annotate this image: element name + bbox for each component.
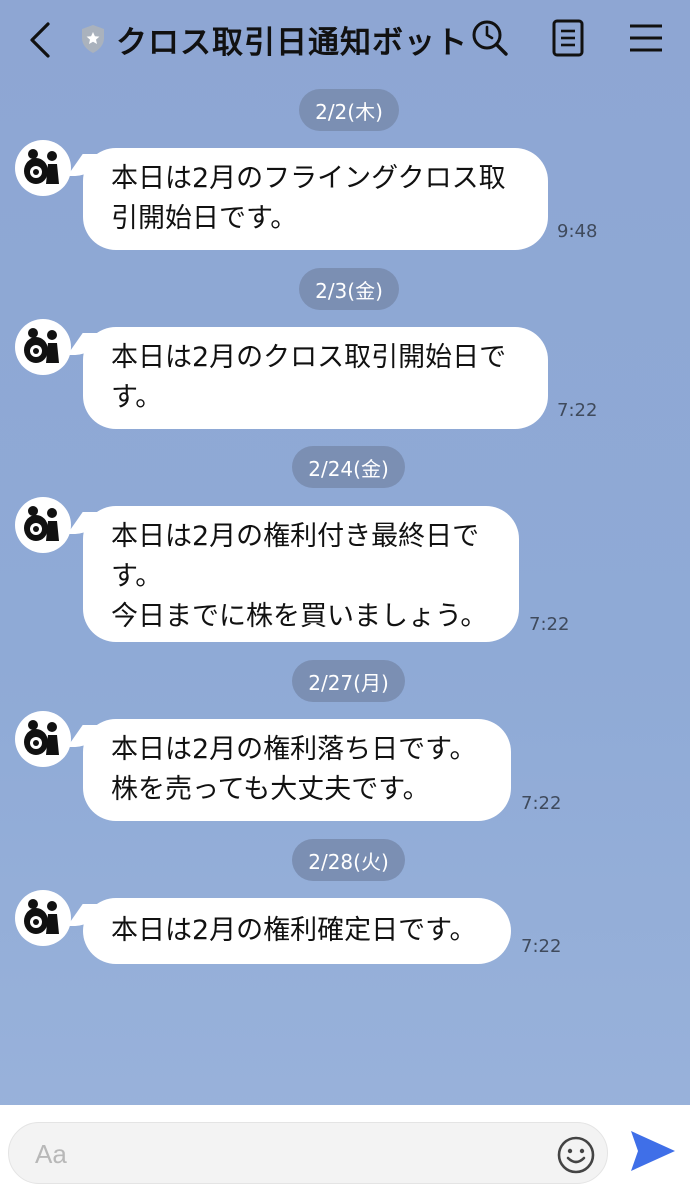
- search-button[interactable]: [468, 16, 512, 60]
- money-bag-person-icon: [24, 149, 59, 184]
- clock-search-icon: [472, 20, 508, 56]
- message-line: す。: [111, 382, 163, 413]
- chat-title: クロス取引日通知ボット: [116, 24, 468, 61]
- message-time: 7:22: [521, 793, 562, 814]
- note-icon: [552, 19, 584, 57]
- message-line: 株を売っても大丈夫です。: [111, 774, 430, 805]
- message-bubble[interactable]: 本日は2月のフライングクロス取 引開始日です。: [83, 148, 548, 250]
- message-time: 7:22: [557, 400, 598, 421]
- message-bubble[interactable]: 本日は2月の権利落ち日です。 株を売っても大丈夫です。: [83, 719, 511, 821]
- message-line: 本日は2月のクロス取引開始日で: [111, 342, 507, 373]
- chevron-left-icon: [30, 22, 50, 58]
- chat-title-area: クロス取引日通知ボット: [80, 18, 468, 61]
- date-separator: 2/24(金): [292, 446, 405, 488]
- message-line: 本日は2月のフライングクロス取: [111, 163, 506, 194]
- menu-button[interactable]: [624, 16, 668, 60]
- chat-header: クロス取引日通知ボット: [0, 0, 690, 80]
- message-line: 本日は2月の権利落ち日です。: [111, 734, 477, 765]
- date-separator: 2/3(金): [299, 268, 399, 310]
- message-input-container[interactable]: [8, 1122, 608, 1184]
- message-composer: [0, 1105, 690, 1200]
- smiley-icon[interactable]: [556, 1135, 596, 1175]
- money-bag-person-icon: [24, 328, 59, 363]
- bot-avatar[interactable]: [15, 319, 71, 375]
- bot-avatar[interactable]: [15, 711, 71, 767]
- back-button[interactable]: [22, 18, 58, 62]
- message-time: 9:48: [557, 221, 598, 242]
- shield-star-icon: [82, 25, 104, 53]
- notes-button[interactable]: [546, 16, 590, 60]
- date-separator: 2/27(月): [292, 660, 405, 702]
- message-line: 本日は2月の権利付き最終日で: [111, 521, 480, 552]
- date-separator: 2/28(火): [292, 839, 405, 881]
- message-line: 今日までに株を買いましょう。: [111, 601, 488, 632]
- message-time: 7:22: [521, 936, 562, 957]
- money-bag-person-icon: [24, 506, 59, 541]
- money-bag-person-icon: [24, 720, 59, 755]
- bot-avatar[interactable]: [15, 140, 71, 196]
- message-input[interactable]: [33, 1133, 517, 1175]
- date-separator: 2/2(木): [299, 89, 399, 131]
- bot-avatar[interactable]: [15, 890, 71, 946]
- message-bubble[interactable]: 本日は2月の権利確定日です。: [83, 898, 511, 964]
- bot-avatar[interactable]: [15, 497, 71, 553]
- send-arrow-icon[interactable]: [627, 1125, 679, 1177]
- message-bubble[interactable]: 本日は2月の権利付き最終日で す。 今日までに株を買いましょう。: [83, 506, 519, 642]
- message-line: 引開始日です。: [111, 203, 298, 234]
- message-line: す。: [111, 561, 163, 592]
- hamburger-menu-icon: [630, 24, 662, 52]
- message-line: 本日は2月の権利確定日です。: [111, 915, 477, 946]
- message-time: 7:22: [529, 614, 570, 635]
- message-bubble[interactable]: 本日は2月のクロス取引開始日で す。: [83, 327, 548, 429]
- money-bag-person-icon: [24, 899, 59, 934]
